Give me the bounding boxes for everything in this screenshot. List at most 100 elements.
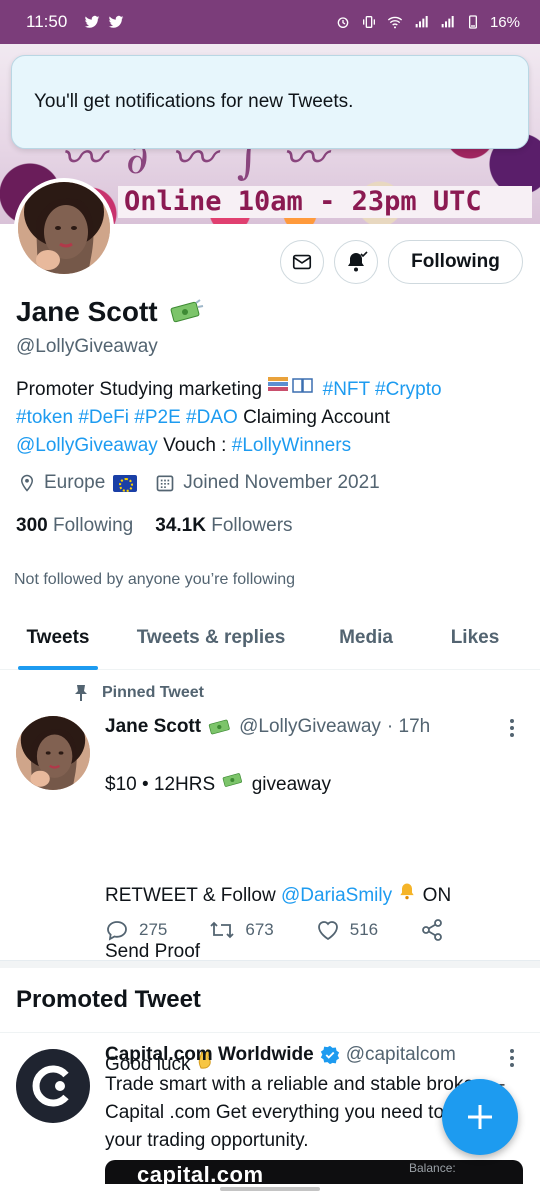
verified-badge-icon xyxy=(320,1045,339,1065)
profile-avatar[interactable] xyxy=(14,178,114,278)
tweet-header: Jane Scott @LollyGiveaway · 17h xyxy=(105,716,430,738)
location-pin-icon xyxy=(20,474,34,492)
status-bar: 11:50 16% xyxy=(0,0,540,44)
retweet-count: 673 xyxy=(245,920,274,939)
alarm-icon xyxy=(337,17,349,28)
promoted-author-avatar[interactable] xyxy=(16,1049,90,1123)
following-button[interactable]: Following xyxy=(388,240,523,284)
signal-icon xyxy=(441,16,454,28)
toast-message: You'll get notifications for new Tweets. xyxy=(34,91,354,112)
tab-tweets[interactable]: Tweets xyxy=(18,606,98,670)
pinned-tweet-label: Pinned Tweet xyxy=(74,684,204,702)
profile-handle: @LollyGiveaway xyxy=(16,336,158,357)
followers-count-link[interactable]: 34.1K Followers xyxy=(155,515,292,537)
section-separator xyxy=(0,960,540,968)
heart-icon xyxy=(317,921,338,941)
more-options-icon[interactable] xyxy=(509,718,515,738)
follow-counts: 300 Following 34.1K Followers xyxy=(16,515,293,537)
tweet-author-avatar[interactable] xyxy=(16,716,90,790)
more-options-icon[interactable] xyxy=(509,1048,515,1068)
profile-location: Europe xyxy=(18,472,138,494)
profile-name: Jane Scott xyxy=(16,296,204,328)
message-button[interactable] xyxy=(280,240,324,284)
tweet-mention[interactable]: @DariaSmily xyxy=(281,885,392,906)
promoted-media-card[interactable]: capital.com Balance: xyxy=(105,1160,523,1184)
divider xyxy=(0,1032,540,1033)
avatar-portrait xyxy=(16,716,90,790)
reply-count: 275 xyxy=(139,920,168,939)
reply-icon xyxy=(107,921,127,941)
tab-label: Media xyxy=(339,627,393,648)
plus-icon xyxy=(468,1105,492,1129)
twitter-bird-icon xyxy=(84,15,100,28)
tweet-line: $10 • 12HRS giveaway xyxy=(105,770,525,799)
promoted-tweet-header: Capital.com Worldwide @capitalcom xyxy=(105,1044,456,1066)
eu-flag-icon xyxy=(113,474,138,492)
not-followed-text: Not followed by anyone you’re following xyxy=(14,571,296,588)
share-icon xyxy=(422,919,443,941)
money-emoji-icon xyxy=(223,773,243,787)
promoted-author-handle[interactable]: @capitalcom xyxy=(346,1044,456,1066)
status-time: 11:50 xyxy=(26,12,68,31)
retweet-button[interactable]: 673 xyxy=(209,918,274,942)
tab-label: Tweets xyxy=(26,627,90,648)
tab-tweets-replies[interactable]: Tweets & replies xyxy=(128,606,294,670)
bio-hashtags[interactable]: #NFT #Crypto xyxy=(323,379,442,400)
bio-hashtag[interactable]: #LollyWinners xyxy=(232,435,351,456)
retweet-icon xyxy=(210,921,235,939)
vibrate-icon xyxy=(362,16,375,28)
signal-icon xyxy=(415,16,428,28)
followers-label: Followers xyxy=(211,515,293,536)
books-emoji-icon xyxy=(267,375,317,404)
tweet-text: giveaway xyxy=(246,774,331,795)
compose-tweet-button[interactable] xyxy=(442,1079,518,1155)
like-button[interactable]: 516 xyxy=(316,919,378,941)
status-system-icons: 16% xyxy=(334,14,520,31)
capital-logo-icon xyxy=(32,1065,69,1107)
location-text: Europe xyxy=(44,472,106,493)
gesture-nav-bar[interactable] xyxy=(220,1187,320,1191)
tweet-author-name[interactable]: Jane Scott xyxy=(105,716,201,738)
bio-text: Claiming Account xyxy=(237,407,390,428)
bell-check-icon xyxy=(348,251,368,272)
bio-hashtags-2[interactable]: #token #DeFi #P2E #DAO xyxy=(16,407,238,428)
notification-toast: You'll get notifications for new Tweets. xyxy=(11,55,529,149)
reply-button[interactable]: 275 xyxy=(105,918,167,942)
battery-icon xyxy=(468,15,477,29)
promoted-section-title: Promoted Tweet xyxy=(16,986,201,1013)
status-notification-icons xyxy=(83,14,125,30)
tab-label: Likes xyxy=(450,627,500,648)
twitter-bird-icon xyxy=(108,15,124,28)
pin-icon xyxy=(75,685,87,701)
tweet-text: $10 • 12HRS xyxy=(105,774,221,795)
tweet-time: · 17h xyxy=(386,716,431,737)
banner-schedule-text: Online 10am - 23pm UTC xyxy=(118,186,532,218)
tweet-line: RETWEET & Follow @DariaSmily ON xyxy=(105,881,525,910)
profile-tabs: Tweets Tweets & replies Media Likes xyxy=(0,606,540,670)
tweet-actions: 275 673 516 xyxy=(105,918,486,942)
following-count-link[interactable]: 300 Following xyxy=(16,515,133,537)
profile-bio: Promoter Studying marketing #NFT #Crypto… xyxy=(16,375,526,460)
card-brand-text: capital.com xyxy=(137,1162,264,1184)
following-count: 300 xyxy=(16,515,48,536)
share-button[interactable] xyxy=(420,918,444,942)
promoted-author-name[interactable]: Capital.com Worldwide xyxy=(105,1044,314,1066)
notifications-button[interactable] xyxy=(334,240,378,284)
envelope-icon xyxy=(292,254,312,270)
joined-text: Joined November 2021 xyxy=(183,472,380,493)
money-emoji-icon xyxy=(208,719,230,735)
bio-mention[interactable]: @LollyGiveaway xyxy=(16,435,158,456)
avatar-portrait xyxy=(18,182,110,274)
tweet-text: ON xyxy=(417,885,452,906)
tweet-text: RETWEET & Follow xyxy=(105,885,281,906)
money-emoji-icon xyxy=(170,299,203,323)
tab-likes[interactable]: Likes xyxy=(440,606,510,670)
following-label: Following xyxy=(52,515,134,536)
tab-media[interactable]: Media xyxy=(326,606,406,670)
tweet-author-handle[interactable]: @LollyGiveaway xyxy=(239,716,381,738)
calendar-icon xyxy=(156,475,174,492)
pinned-label-text: Pinned Tweet xyxy=(102,684,204,701)
profile-name-text: Jane Scott xyxy=(16,296,158,327)
wifi-icon xyxy=(387,16,403,29)
bio-text: Promoter Studying marketing xyxy=(16,379,268,400)
